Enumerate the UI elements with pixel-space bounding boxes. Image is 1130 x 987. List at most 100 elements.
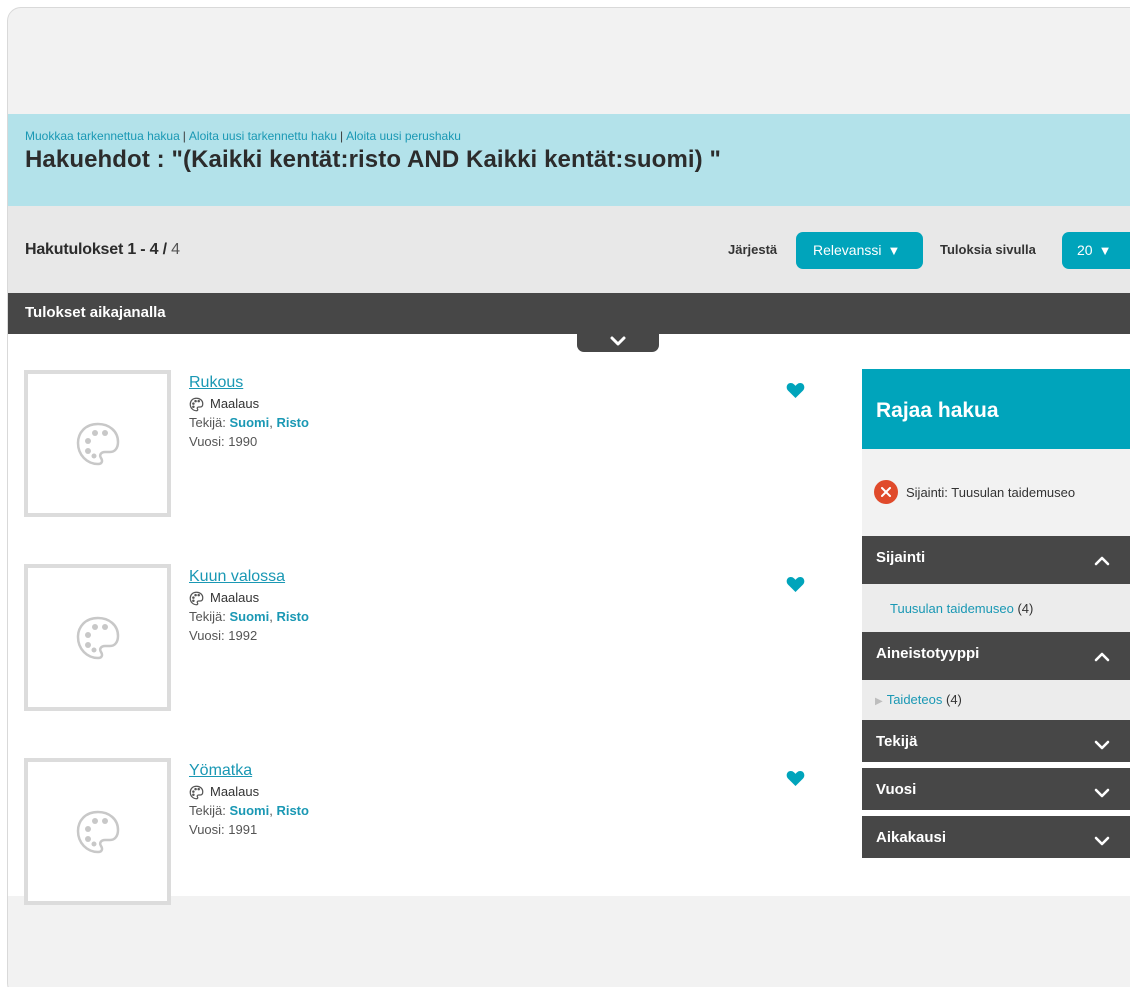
facet-value-link[interactable]: Taideteos [887, 692, 943, 707]
facet-toggle-year[interactable]: Vuosi [862, 768, 1130, 810]
facet-toggle-material-type[interactable]: Aineistotyyppi [862, 632, 1130, 680]
result-author: Tekijä: Suomi, Risto [189, 415, 309, 430]
author-firstname-link[interactable]: Risto [276, 609, 309, 624]
author-firstname-link[interactable]: Risto [276, 415, 309, 430]
author-lastname-link[interactable]: Suomi [229, 609, 269, 624]
year-value: 1990 [228, 434, 258, 449]
facet-name: Aineistotyyppi [876, 645, 980, 662]
header-links: Muokkaa tarkennettua hakua | Aloita uusi t… [25, 128, 1130, 144]
link-separator: | [182, 129, 186, 143]
result-item: Kuun valossa Maalaus Tekijä: Suomi, Rist… [8, 564, 828, 714]
results-bar: Hakutulokset 1 - 4 / 4 Järjestä Relevans… [8, 206, 1130, 293]
palette-small-icon [189, 397, 204, 411]
palette-small-icon [189, 591, 204, 605]
year-label: Vuosi: [189, 434, 225, 449]
year-value: 1991 [228, 822, 258, 837]
browser-frame: Muokkaa tarkennettua hakua | Aloita uusi t… [7, 7, 1130, 987]
facet-body-location: Tuusulan taidemuseo (4) [862, 584, 1130, 632]
author-lastname-link[interactable]: Suomi [229, 415, 269, 430]
link-separator: | [340, 129, 344, 143]
chevron-down-icon [1094, 788, 1110, 798]
facet-value-link[interactable]: Tuusulan taidemuseo [890, 601, 1014, 616]
facet-name: Tekijä [876, 733, 918, 750]
result-item: Rukous Maalaus Tekijä: Suomi, Risto Vuos… [8, 370, 828, 520]
author-label: Tekijä: [189, 415, 226, 430]
result-thumbnail[interactable] [24, 564, 171, 711]
new-advanced-search-link[interactable]: Aloita uusi tarkennettu haku [189, 129, 337, 143]
result-title-link[interactable]: Kuun valossa [189, 567, 309, 586]
year-label: Vuosi: [189, 628, 225, 643]
expand-triangle-icon[interactable]: ▶ [875, 696, 883, 707]
result-title-link[interactable]: Yömatka [189, 761, 309, 780]
chevron-up-icon [1094, 652, 1110, 662]
search-header: Muokkaa tarkennettua hakua | Aloita uusi t… [8, 114, 1130, 206]
palette-small-icon [189, 785, 204, 799]
result-year: Vuosi: 1991 [189, 820, 309, 839]
edit-advanced-search-link[interactable]: Muokkaa tarkennettua hakua [25, 129, 180, 143]
result-thumbnail[interactable] [24, 758, 171, 905]
result-year: Vuosi: 1990 [189, 432, 309, 451]
search-query-title: Hakuehdot : "(Kaikki kentät:risto AND Ka… [25, 146, 721, 173]
results-total: 4 [171, 241, 180, 258]
result-format-label: Maalaus [210, 590, 260, 605]
facet-name: Vuosi [876, 781, 917, 798]
palette-icon [76, 810, 120, 854]
result-author: Tekijä: Suomi, Risto [189, 609, 309, 624]
close-icon [881, 487, 891, 497]
results-slash: / [158, 241, 172, 258]
facet-sidebar: Rajaa hakua Sijainti: Tuusulan taidemuse… [862, 369, 1130, 858]
new-basic-search-link[interactable]: Aloita uusi perushaku [346, 129, 461, 143]
sort-label: Järjestä [728, 242, 778, 257]
facet-value-count: (4) [1017, 601, 1034, 616]
per-page-label: Tuloksia sivulla [940, 242, 1036, 257]
facet-name: Sijainti [876, 549, 926, 566]
result-format: Maalaus [189, 589, 309, 607]
palette-icon [76, 422, 120, 466]
results-count: Hakutulokset 1 - 4 / 4 [25, 241, 180, 259]
result-format: Maalaus [189, 783, 309, 801]
chevron-up-icon [1094, 556, 1110, 566]
page-content: Muokkaa tarkennettua hakua | Aloita uusi t… [8, 114, 1130, 905]
author-label: Tekijä: [189, 609, 226, 624]
per-page-value: 20 [1077, 242, 1093, 258]
year-label: Vuosi: [189, 822, 225, 837]
result-info: Rukous Maalaus Tekijä: Suomi, Risto Vuos… [189, 373, 309, 451]
result-info: Yömatka Maalaus Tekijä: Suomi, Risto Vuo… [189, 761, 309, 839]
facet-header: Rajaa hakua [862, 369, 1130, 449]
result-format-label: Maalaus [210, 784, 260, 799]
result-author: Tekijä: Suomi, Risto [189, 803, 309, 818]
author-lastname-link[interactable]: Suomi [229, 803, 269, 818]
facet-toggle-period[interactable]: Aikakausi [862, 816, 1130, 858]
heart-icon[interactable] [786, 576, 805, 598]
chevron-down-icon [1094, 836, 1110, 846]
dropdown-arrow-icon: ▼ [887, 243, 901, 258]
facet-toggle-location[interactable]: Sijainti [862, 536, 1130, 584]
sort-value: Relevanssi [813, 242, 882, 258]
heart-icon[interactable] [786, 382, 805, 404]
result-year: Vuosi: 1992 [189, 626, 309, 645]
author-label: Tekijä: [189, 803, 226, 818]
per-page-select[interactable]: 20 ▼ [1062, 232, 1130, 269]
chevron-down-icon [1094, 740, 1110, 750]
facet-toggle-author[interactable]: Tekijä [862, 720, 1130, 762]
author-firstname-link[interactable]: Risto [276, 803, 309, 818]
facet-value-count: (4) [945, 692, 962, 707]
facet-title: Rajaa hakua [876, 399, 999, 422]
remove-filter-button[interactable] [874, 480, 898, 504]
result-title-link[interactable]: Rukous [189, 373, 309, 392]
result-info: Kuun valossa Maalaus Tekijä: Suomi, Rist… [189, 567, 309, 645]
timeline-title: Tulokset aikajanalla [25, 304, 166, 321]
sort-select[interactable]: Relevanssi ▼ [796, 232, 923, 269]
timeline-bar: Tulokset aikajanalla [8, 293, 1130, 334]
timeline-toggle-button[interactable] [577, 333, 659, 352]
chevron-down-icon [610, 336, 626, 346]
palette-icon [76, 616, 120, 660]
result-format-label: Maalaus [210, 396, 260, 411]
result-item: Yömatka Maalaus Tekijä: Suomi, Risto Vuo… [8, 758, 828, 908]
facet-body-material-type: ▶ Taideteos (4) [862, 680, 1130, 720]
year-value: 1992 [228, 628, 258, 643]
heart-icon[interactable] [786, 770, 805, 792]
facet-name: Aikakausi [876, 829, 947, 846]
result-thumbnail[interactable] [24, 370, 171, 517]
result-format: Maalaus [189, 395, 309, 413]
